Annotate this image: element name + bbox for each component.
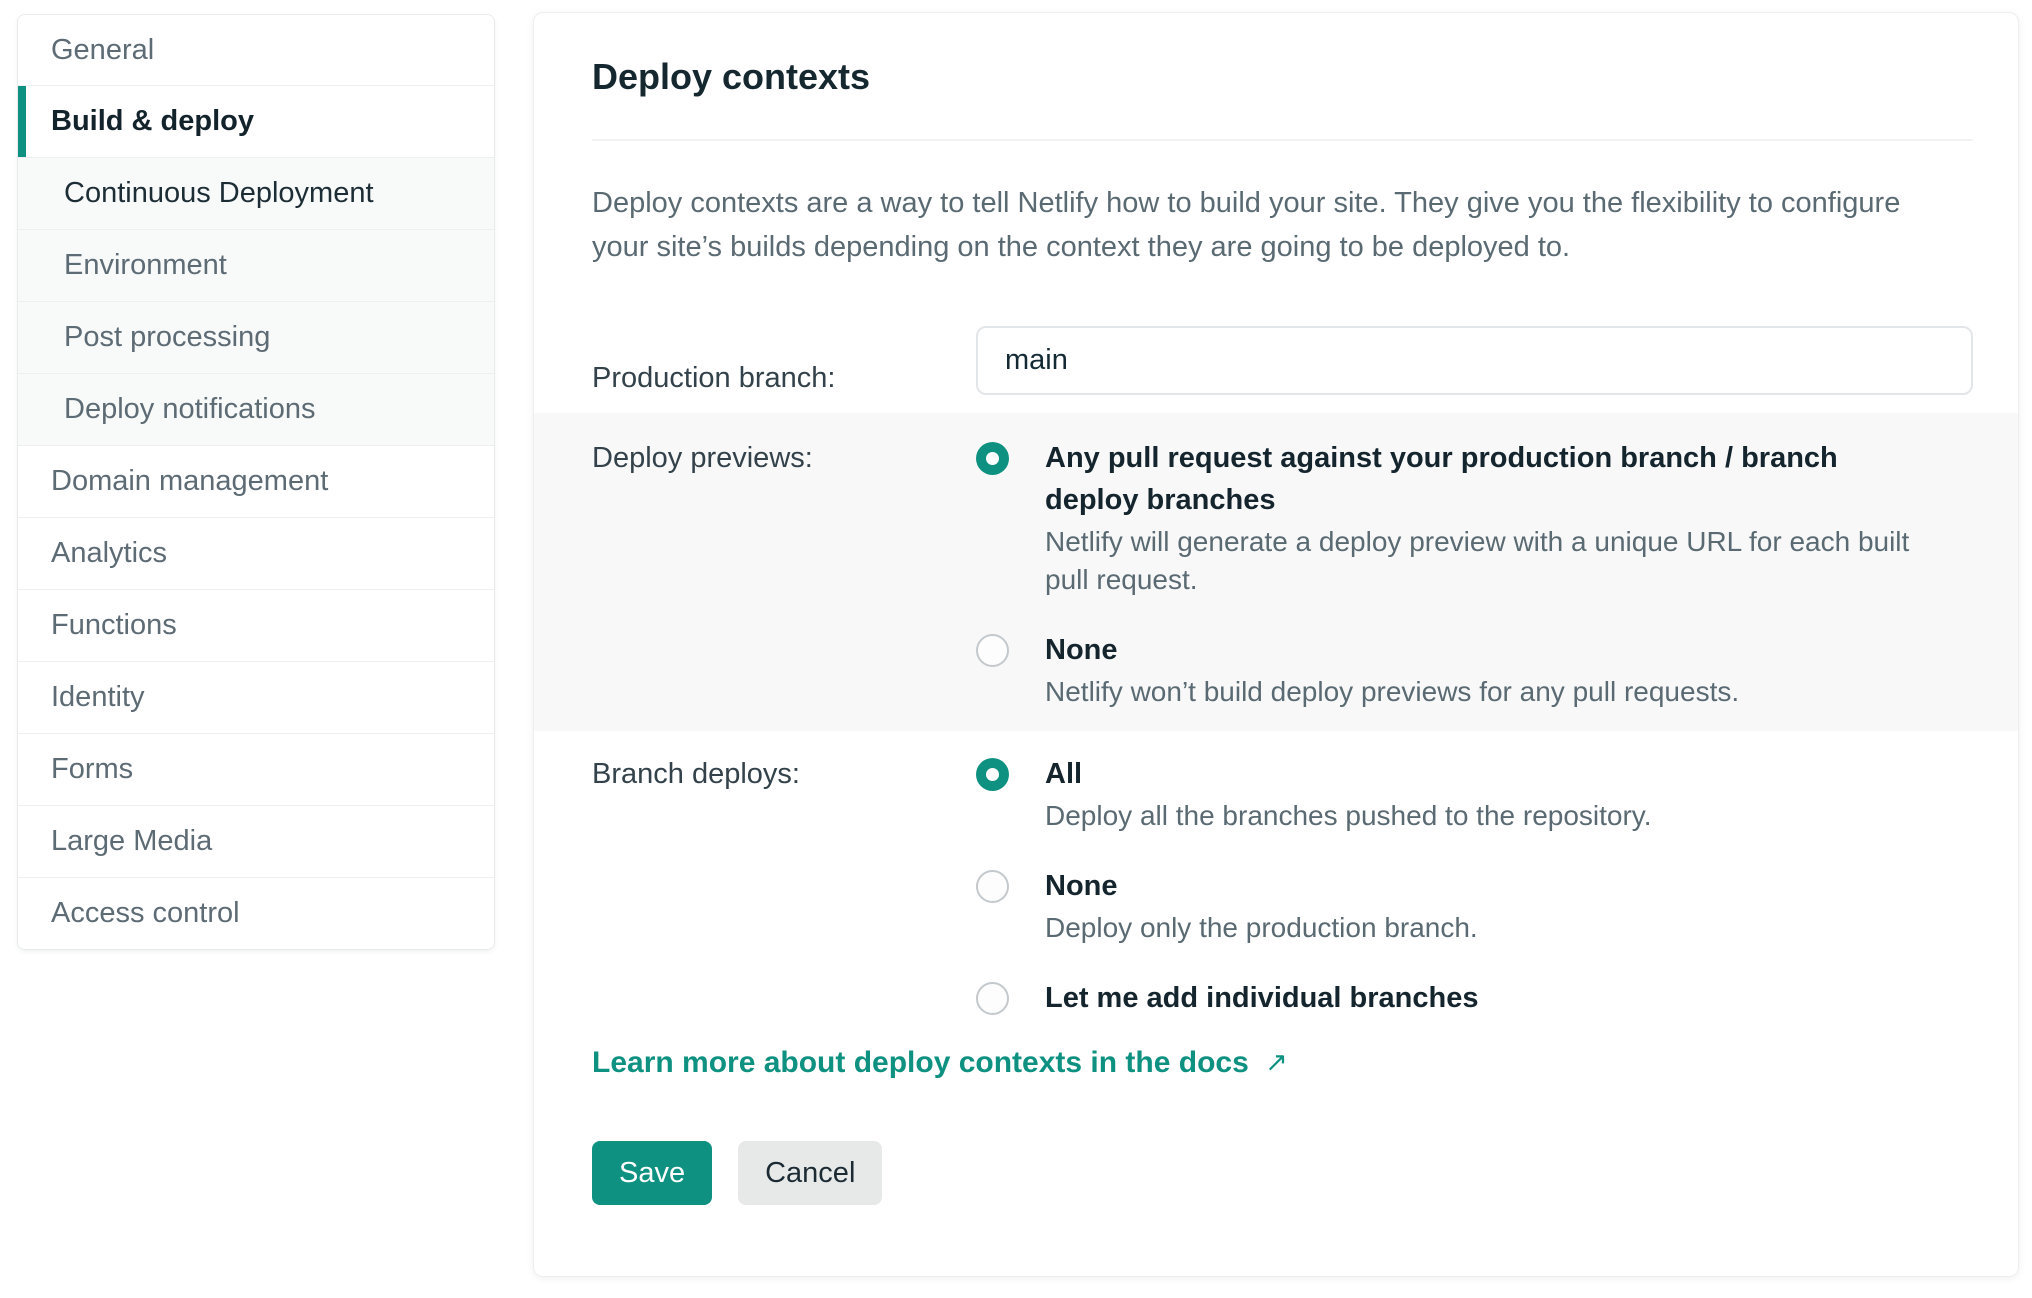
option-text: None Deploy only the production branch. bbox=[1045, 865, 1478, 947]
sidebar-item-identity[interactable]: Identity bbox=[18, 661, 494, 733]
settings-sidebar: General Build & deploy Continuous Deploy… bbox=[17, 14, 495, 950]
branch-deploys-all-radio[interactable] bbox=[976, 758, 1009, 791]
branch-deploys-section: Branch deploys: All Deploy all the branc… bbox=[592, 753, 1973, 1019]
deploy-previews-option-none: None Netlify won’t build deploy previews… bbox=[976, 629, 1936, 711]
production-branch-row: Production branch: bbox=[592, 326, 1973, 395]
production-branch-label: Production branch: bbox=[592, 326, 976, 395]
sidebar-item-continuous-deployment[interactable]: Continuous Deployment bbox=[18, 157, 494, 229]
sidebar-item-build-deploy[interactable]: Build & deploy bbox=[18, 85, 494, 157]
option-text: Any pull request against your production… bbox=[1045, 437, 1936, 599]
option-label[interactable]: None bbox=[1045, 629, 1739, 671]
option-text: All Deploy all the branches pushed to th… bbox=[1045, 753, 1652, 835]
branch-deploys-option-none: None Deploy only the production branch. bbox=[976, 865, 1936, 947]
branch-deploys-none-radio[interactable] bbox=[976, 870, 1009, 903]
sidebar-item-general[interactable]: General bbox=[18, 15, 494, 85]
option-description: Netlify won’t build deploy previews for … bbox=[1045, 673, 1739, 711]
deploy-previews-label: Deploy previews: bbox=[592, 437, 976, 711]
deploy-previews-any-pr-radio[interactable] bbox=[976, 442, 1009, 475]
option-text: None Netlify won’t build deploy previews… bbox=[1045, 629, 1739, 711]
page-title: Deploy contexts bbox=[592, 57, 1973, 97]
sidebar-item-deploy-notifications[interactable]: Deploy notifications bbox=[18, 373, 494, 445]
form-actions: Save Cancel bbox=[592, 1141, 1973, 1205]
branch-deploys-option-individual: Let me add individual branches bbox=[976, 977, 1936, 1019]
sidebar-item-functions[interactable]: Functions bbox=[18, 589, 494, 661]
option-description: Netlify will generate a deploy preview w… bbox=[1045, 523, 1936, 599]
option-label[interactable]: None bbox=[1045, 865, 1478, 907]
sidebar-item-analytics[interactable]: Analytics bbox=[18, 517, 494, 589]
deploy-contexts-description: Deploy contexts are a way to tell Netlif… bbox=[592, 181, 1942, 269]
branch-deploys-label: Branch deploys: bbox=[592, 753, 976, 1019]
sidebar-item-forms[interactable]: Forms bbox=[18, 733, 494, 805]
deploy-previews-option-any-pr: Any pull request against your production… bbox=[976, 437, 1936, 599]
save-button[interactable]: Save bbox=[592, 1141, 712, 1205]
sidebar-item-domain-management[interactable]: Domain management bbox=[18, 445, 494, 517]
option-text: Let me add individual branches bbox=[1045, 977, 1479, 1019]
deploy-previews-none-radio[interactable] bbox=[976, 634, 1009, 667]
option-description: Deploy only the production branch. bbox=[1045, 909, 1478, 947]
sidebar-item-access-control[interactable]: Access control bbox=[18, 877, 494, 949]
deploy-previews-options: Any pull request against your production… bbox=[976, 437, 1936, 711]
option-description: Deploy all the branches pushed to the re… bbox=[1045, 797, 1652, 835]
cancel-button[interactable]: Cancel bbox=[738, 1141, 882, 1205]
option-label[interactable]: Let me add individual branches bbox=[1045, 977, 1479, 1019]
deploy-contexts-card: Deploy contexts Deploy contexts are a wa… bbox=[533, 12, 2019, 1277]
sidebar-item-large-media[interactable]: Large Media bbox=[18, 805, 494, 877]
sidebar-item-post-processing[interactable]: Post processing bbox=[18, 301, 494, 373]
branch-deploys-option-all: All Deploy all the branches pushed to th… bbox=[976, 753, 1936, 835]
docs-link-label[interactable]: Learn more about deploy contexts in the … bbox=[592, 1046, 1249, 1079]
deploy-previews-section: Deploy previews: Any pull request agains… bbox=[534, 413, 2018, 731]
production-branch-input[interactable] bbox=[976, 326, 1973, 395]
title-divider bbox=[592, 139, 1973, 141]
option-label[interactable]: Any pull request against your production… bbox=[1045, 437, 1936, 521]
external-link-arrow-icon: ↗ bbox=[1265, 1047, 1288, 1077]
branch-deploys-individual-radio[interactable] bbox=[976, 982, 1009, 1015]
option-label[interactable]: All bbox=[1045, 753, 1652, 795]
branch-deploys-options: All Deploy all the branches pushed to th… bbox=[976, 753, 1936, 1019]
sidebar-item-environment[interactable]: Environment bbox=[18, 229, 494, 301]
docs-link[interactable]: Learn more about deploy contexts in the … bbox=[592, 1045, 1288, 1081]
